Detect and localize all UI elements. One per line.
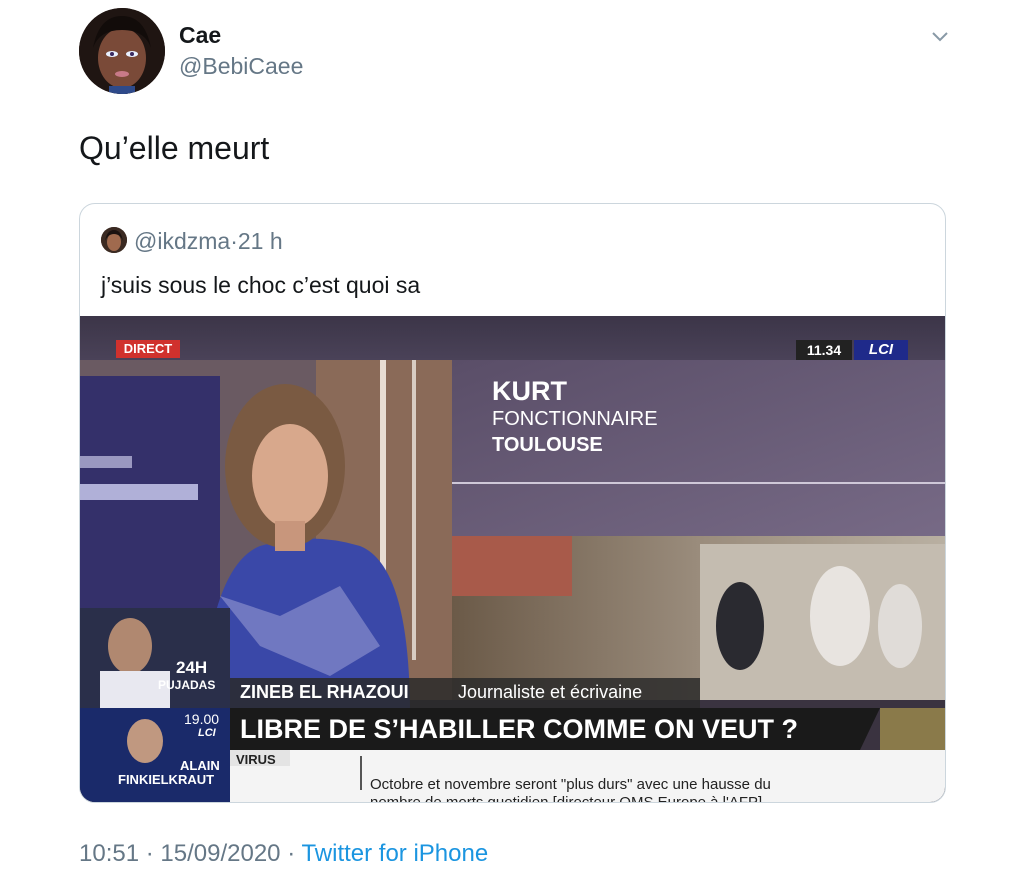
quoted-time: 21 h <box>237 228 283 254</box>
headline: LIBRE DE S’HABILLER COMME ON VEUT ? <box>240 714 799 744</box>
tweet-text: Qu’elle meurt <box>79 130 270 166</box>
live-badge: DIRECT <box>123 341 173 356</box>
chevron-down-icon[interactable] <box>930 28 950 44</box>
footer-dot: · <box>287 840 296 867</box>
quoted-text: j’suis sous le choc c’est quoi sa <box>101 272 421 298</box>
video-player[interactable]: DIRECT 11.34 LCI KURT FONCTIONNAIRE TOUL… <box>80 316 945 803</box>
display-name[interactable]: Cae <box>179 22 221 49</box>
promo-24h: 24H <box>176 658 208 677</box>
inset-name: KURT <box>492 376 567 406</box>
meta-separator: · <box>230 228 238 254</box>
tweet-footer: 10:51 · 15/09/2020 · Twitter for iPhone <box>79 840 488 868</box>
ticker-topic: VIRUS <box>236 752 276 767</box>
source-link[interactable]: Twitter for iPhone <box>301 840 488 867</box>
username[interactable]: @BebiCaee <box>179 53 303 80</box>
promo-channel: LCI <box>198 727 216 739</box>
promo-host: PUJADAS <box>158 678 216 692</box>
quoted-avatar <box>101 227 127 253</box>
promo-guest-last: FINKIELKRAUT <box>118 772 215 787</box>
guest-name: ZINEB EL RHAZOUI <box>240 682 409 702</box>
promo-time: 19.00 <box>184 711 220 727</box>
quoted-handle[interactable]: @ikdzma <box>134 228 230 254</box>
avatar-image <box>79 8 165 94</box>
inset-city: TOULOUSE <box>492 434 603 456</box>
broadcast-clock: 11.34 <box>806 342 842 358</box>
tweet-date[interactable]: 15/09/2020 <box>160 840 280 867</box>
channel-logo: LCI <box>868 341 894 358</box>
ticker-line-2: nombre de morts quotidien [directeur OMS… <box>370 794 763 803</box>
guest-title: Journaliste et écrivaine <box>458 682 643 702</box>
avatar[interactable] <box>79 8 165 94</box>
quoted-meta: @ikdzma·21 h <box>134 228 283 255</box>
promo-guest-first: ALAIN <box>180 758 220 773</box>
footer-dot: · <box>145 840 154 867</box>
ticker-line-1: Octobre et novembre seront "plus durs" a… <box>370 776 771 793</box>
quote-tweet-card[interactable]: @ikdzma·21 h j’suis sous le choc c’est q… <box>79 203 946 803</box>
inset-role: FONCTIONNAIRE <box>492 408 658 430</box>
tweet-time[interactable]: 10:51 <box>79 840 139 867</box>
